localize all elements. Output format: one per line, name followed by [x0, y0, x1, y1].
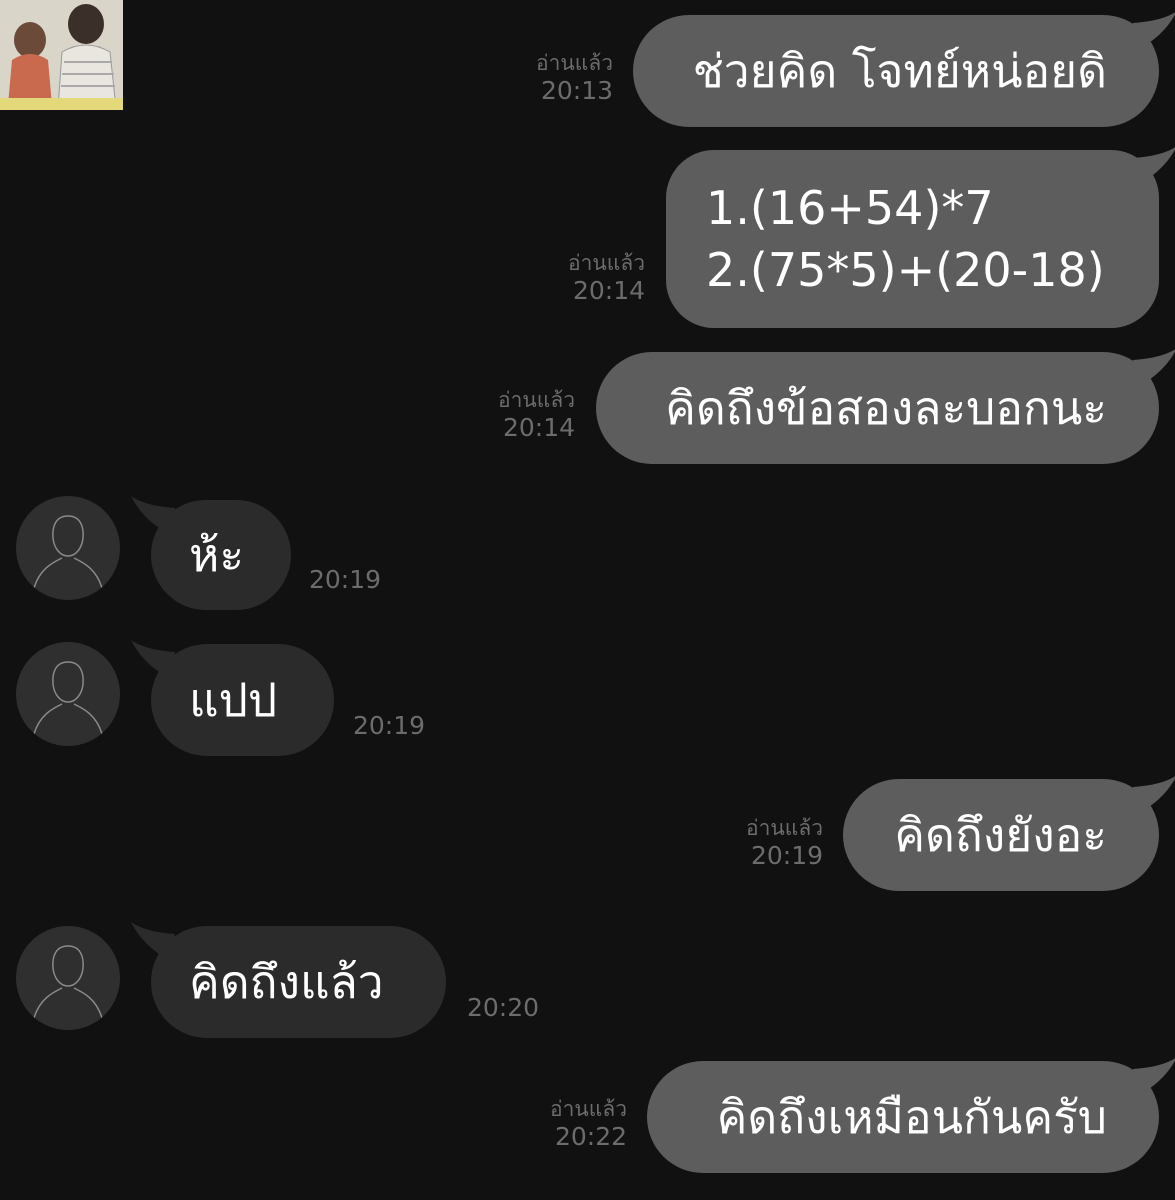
read-receipt: อ่านแล้ว — [498, 388, 575, 412]
contact-avatar[interactable] — [16, 496, 120, 600]
message-meta: อ่านแล้ว 20:22 — [550, 1096, 627, 1152]
message-text: ห้ะ — [189, 528, 245, 582]
outgoing-message-bubble[interactable]: คิดถึงยังอะ — [843, 776, 1175, 891]
message-time: 20:19 — [750, 841, 823, 870]
message-meta: อ่านแล้ว 20:14 — [568, 250, 645, 306]
bubble-tail — [1133, 1057, 1175, 1095]
message-meta: อ่านแล้ว 20:13 — [536, 50, 613, 106]
outgoing-message-bubble[interactable]: ช่วยคิด โจทย์หน่อยดิ — [633, 12, 1175, 127]
bubble-tail — [1133, 146, 1175, 184]
couple-sitting-thumbnail-icon — [0, 0, 123, 110]
bubble-tail — [131, 922, 175, 960]
outgoing-message-bubble[interactable]: คิดถึงข้อสองละบอกนะ — [596, 349, 1175, 464]
default-person-icon — [33, 945, 103, 1019]
message-time: 20:13 — [540, 76, 613, 105]
message-meta: อ่านแล้ว 20:19 — [746, 815, 823, 871]
incoming-message-bubble[interactable]: ห้ะ — [131, 496, 291, 610]
message-text: ช่วยคิด โจทย์หน่อยดิ — [692, 44, 1107, 98]
message-text: คิดถึงแล้ว — [189, 955, 384, 1009]
message-time: 20:22 — [554, 1122, 627, 1151]
message-text: คิดถึงเหมือนกันครับ — [716, 1090, 1107, 1144]
outgoing-message-bubble[interactable]: 1.(16+54)*7 2.(75*5)+(20-18) — [666, 147, 1175, 328]
incoming-message-bubble[interactable]: แปป — [131, 640, 334, 756]
message-time: 20:14 — [502, 413, 575, 442]
message-text: 1.(16+54)*7 2.(75*5)+(20-18) — [706, 181, 1105, 297]
read-receipt: อ่านแล้ว — [536, 51, 613, 75]
bubble-tail — [131, 640, 175, 678]
contact-avatar[interactable] — [16, 926, 120, 1030]
bubble-tail — [131, 496, 175, 534]
outgoing-message-bubble[interactable]: คิดถึงเหมือนกันครับ — [647, 1058, 1175, 1173]
bubble-tail — [1133, 775, 1175, 813]
bubble-tail — [1133, 11, 1175, 49]
default-person-icon — [33, 661, 103, 735]
message-time: 20:20 — [467, 993, 540, 1022]
message-time: 20:19 — [309, 565, 382, 594]
message-text: คิดถึงยังอะ — [894, 808, 1107, 862]
read-receipt: อ่านแล้ว — [568, 251, 645, 275]
message-time: 20:19 — [353, 711, 426, 740]
contact-avatar[interactable] — [16, 642, 120, 746]
message-meta: อ่านแล้ว 20:14 — [498, 387, 575, 443]
incoming-message-bubble[interactable]: คิดถึงแล้ว — [131, 922, 446, 1038]
message-text: คิดถึงข้อสองละบอกนะ — [665, 381, 1107, 435]
read-receipt: อ่านแล้ว — [746, 816, 823, 840]
bubble-tail — [1133, 348, 1175, 386]
message-time: 20:14 — [572, 276, 645, 305]
default-person-icon — [33, 515, 103, 589]
read-receipt: อ่านแล้ว — [550, 1097, 627, 1121]
chat-thumbnail[interactable] — [0, 0, 123, 110]
message-text: แปป — [189, 673, 278, 727]
